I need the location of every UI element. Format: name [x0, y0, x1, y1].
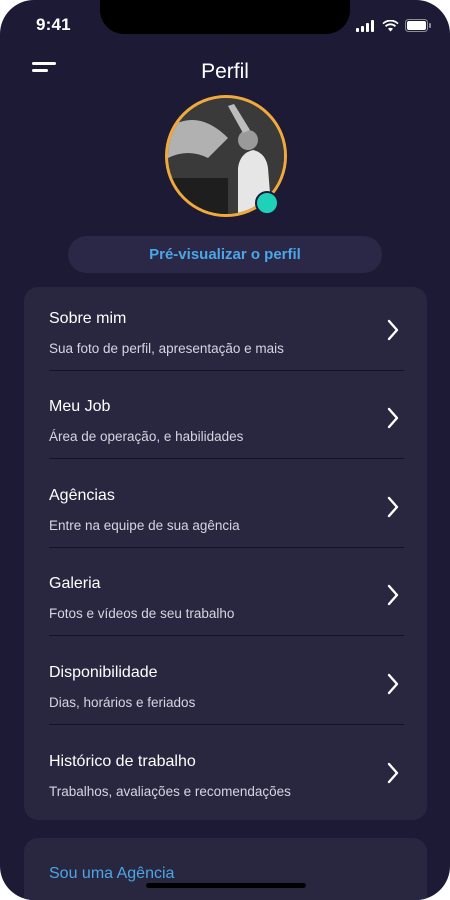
- menu-item-title: Sobre mim: [49, 310, 127, 327]
- signal-icon: [356, 19, 374, 32]
- chevron-right-icon: [387, 762, 399, 784]
- avatar-container[interactable]: [165, 95, 287, 217]
- menu-item-subtitle: Área de operação, e habilidades: [49, 429, 244, 444]
- wifi-icon: [382, 19, 399, 31]
- menu-item-subtitle: Trabalhos, avaliações e recomendações: [49, 784, 291, 799]
- profile-menu-card: Sobre mim Sua foto de perfil, apresentaç…: [24, 287, 427, 820]
- divider: [49, 635, 404, 636]
- menu-item-subtitle: Entre na equipe de sua agência: [49, 518, 240, 533]
- menu-item-galeria[interactable]: Galeria Fotos e vídeos de seu trabalho: [24, 552, 427, 640]
- menu-item-disponibilidade[interactable]: Disponibilidade Dias, horários e feriado…: [24, 641, 427, 729]
- menu-item-title: Meu Job: [49, 398, 111, 415]
- menu-item-title: Disponibilidade: [49, 664, 158, 681]
- menu-item-sobre-mim[interactable]: Sobre mim Sua foto de perfil, apresentaç…: [24, 287, 427, 375]
- status-time: 9:41: [36, 15, 71, 34]
- menu-item-subtitle: Sua foto de perfil, apresentação e mais: [49, 341, 284, 356]
- preview-profile-button[interactable]: Pré-visualizar o perfil: [68, 236, 382, 273]
- agency-link[interactable]: Sou uma Agência: [49, 865, 174, 883]
- menu-item-agencias[interactable]: Agências Entre na equipe de sua agência: [24, 464, 427, 552]
- chevron-right-icon: [387, 673, 399, 695]
- menu-item-title: Agências: [49, 487, 115, 504]
- divider: [49, 370, 404, 371]
- menu-item-subtitle: Fotos e vídeos de seu trabalho: [49, 606, 235, 621]
- phone-screen: 9:41 Perfil Pré-visualizar o perfil Sobr…: [0, 0, 450, 900]
- home-indicator: [146, 883, 306, 888]
- online-status-dot: [255, 191, 279, 215]
- chevron-right-icon: [387, 407, 399, 429]
- agency-card: Sou uma Agência: [24, 838, 427, 900]
- menu-item-title: Histórico de trabalho: [49, 753, 196, 770]
- menu-item-subtitle: Dias, horários e feriados: [49, 695, 196, 710]
- status-icons: [356, 19, 432, 32]
- page-title: Perfil: [201, 60, 249, 83]
- chevron-right-icon: [387, 584, 399, 606]
- menu-item-historico[interactable]: Histórico de trabalho Trabalhos, avaliaç…: [24, 730, 427, 818]
- menu-item-title: Galeria: [49, 575, 101, 592]
- divider: [49, 547, 404, 548]
- chevron-right-icon: [387, 319, 399, 341]
- battery-icon: [405, 19, 431, 32]
- notch: [100, 0, 350, 34]
- chevron-right-icon: [387, 496, 399, 518]
- menu-item-meu-job[interactable]: Meu Job Área de operação, e habilidades: [24, 375, 427, 463]
- divider: [49, 458, 404, 459]
- divider: [49, 724, 404, 725]
